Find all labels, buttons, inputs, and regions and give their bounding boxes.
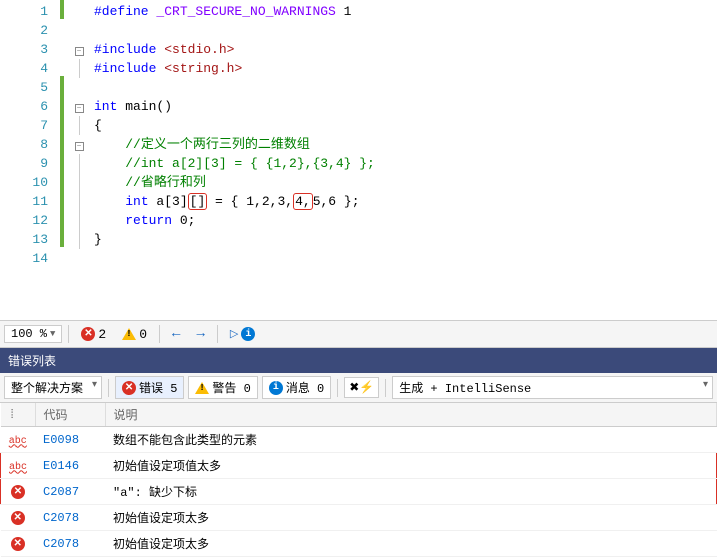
code-editor[interactable]: 1234567891011121314 − − − #define _CRT_S… xyxy=(0,0,717,320)
nav-prev-button[interactable]: ← xyxy=(166,326,186,342)
error-icon: ✕ xyxy=(11,511,25,525)
fold-column[interactable]: − − − xyxy=(64,0,94,320)
errors-filter-button[interactable]: ✕错误 5 xyxy=(115,376,184,399)
warning-count[interactable]: 0 xyxy=(116,327,153,342)
error-list-header: 错误列表 xyxy=(0,348,717,373)
error-code: C2087 xyxy=(35,479,105,505)
error-table: ⁞ 代码 说明 abcE0098数组不能包含此类型的元素abcE0146初始值设… xyxy=(0,403,717,557)
intellisense-error-icon: abc xyxy=(9,462,27,473)
col-desc[interactable]: 说明 xyxy=(105,403,716,427)
clear-filter-button[interactable]: ✖⚡ xyxy=(344,377,379,398)
info-icon: i xyxy=(241,327,255,341)
play-icon: ▷ xyxy=(230,327,238,341)
error-desc: 初始值设定项太多 xyxy=(105,531,716,557)
error-code: C2078 xyxy=(35,531,105,557)
info-icon: i xyxy=(269,381,283,395)
col-code[interactable]: 代码 xyxy=(35,403,105,427)
error-desc: "a": 缺少下标 xyxy=(105,479,716,505)
error-highlight: 4, xyxy=(293,193,313,210)
source-dropdown[interactable]: 生成 + IntelliSense xyxy=(392,376,713,399)
table-row[interactable]: abc E0146初始值设定项值太多 xyxy=(1,453,717,479)
table-row[interactable]: ✕ C2078初始值设定项太多 xyxy=(1,531,717,557)
error-icon: ✕ xyxy=(11,537,25,551)
table-row[interactable]: ✕ C2078初始值设定项太多 xyxy=(1,505,717,531)
error-code: E0146 xyxy=(35,453,105,479)
warning-icon xyxy=(195,382,209,394)
code-area[interactable]: #define _CRT_SECURE_NO_WARNINGS 1 #inclu… xyxy=(94,0,717,320)
error-desc: 初始值设定项值太多 xyxy=(105,453,716,479)
table-row[interactable]: abc E0098数组不能包含此类型的元素 xyxy=(1,427,717,453)
wand-icon: ✖⚡ xyxy=(349,380,374,395)
error-count[interactable]: ✕2 xyxy=(75,327,112,342)
nav-next-button[interactable]: → xyxy=(190,326,210,342)
fold-icon[interactable]: − xyxy=(75,47,84,56)
error-desc: 初始值设定项太多 xyxy=(105,505,716,531)
fold-icon[interactable]: − xyxy=(75,104,84,113)
zoom-dropdown[interactable]: 100 %▼ xyxy=(4,325,62,343)
error-list-toolbar: 整个解决方案 ✕错误 5 警告 0 i消息 0 ✖⚡ 生成 + IntelliS… xyxy=(0,373,717,403)
table-row[interactable]: ✕ C2087"a": 缺少下标 xyxy=(1,479,717,505)
warnings-filter-button[interactable]: 警告 0 xyxy=(188,376,257,399)
line-number-gutter: 1234567891011121314 xyxy=(0,0,60,320)
error-code: C2078 xyxy=(35,505,105,531)
messages-filter-button[interactable]: i消息 0 xyxy=(262,376,331,399)
fold-icon[interactable]: − xyxy=(75,142,84,151)
error-icon: ✕ xyxy=(81,327,95,341)
warning-icon xyxy=(122,328,136,340)
error-icon: ✕ xyxy=(11,485,25,499)
col-icon[interactable]: ⁞ xyxy=(1,403,36,427)
scope-dropdown[interactable]: 整个解决方案 xyxy=(4,376,102,399)
intellisense-error-icon: abc xyxy=(9,436,27,447)
error-desc: 数组不能包含此类型的元素 xyxy=(105,427,716,453)
error-code: E0098 xyxy=(35,427,105,453)
run-info[interactable]: ▷i xyxy=(224,327,261,341)
editor-status-bar: 100 %▼ ✕2 0 ← → ▷i xyxy=(0,320,717,348)
error-highlight: [] xyxy=(188,193,208,210)
error-icon: ✕ xyxy=(122,381,136,395)
